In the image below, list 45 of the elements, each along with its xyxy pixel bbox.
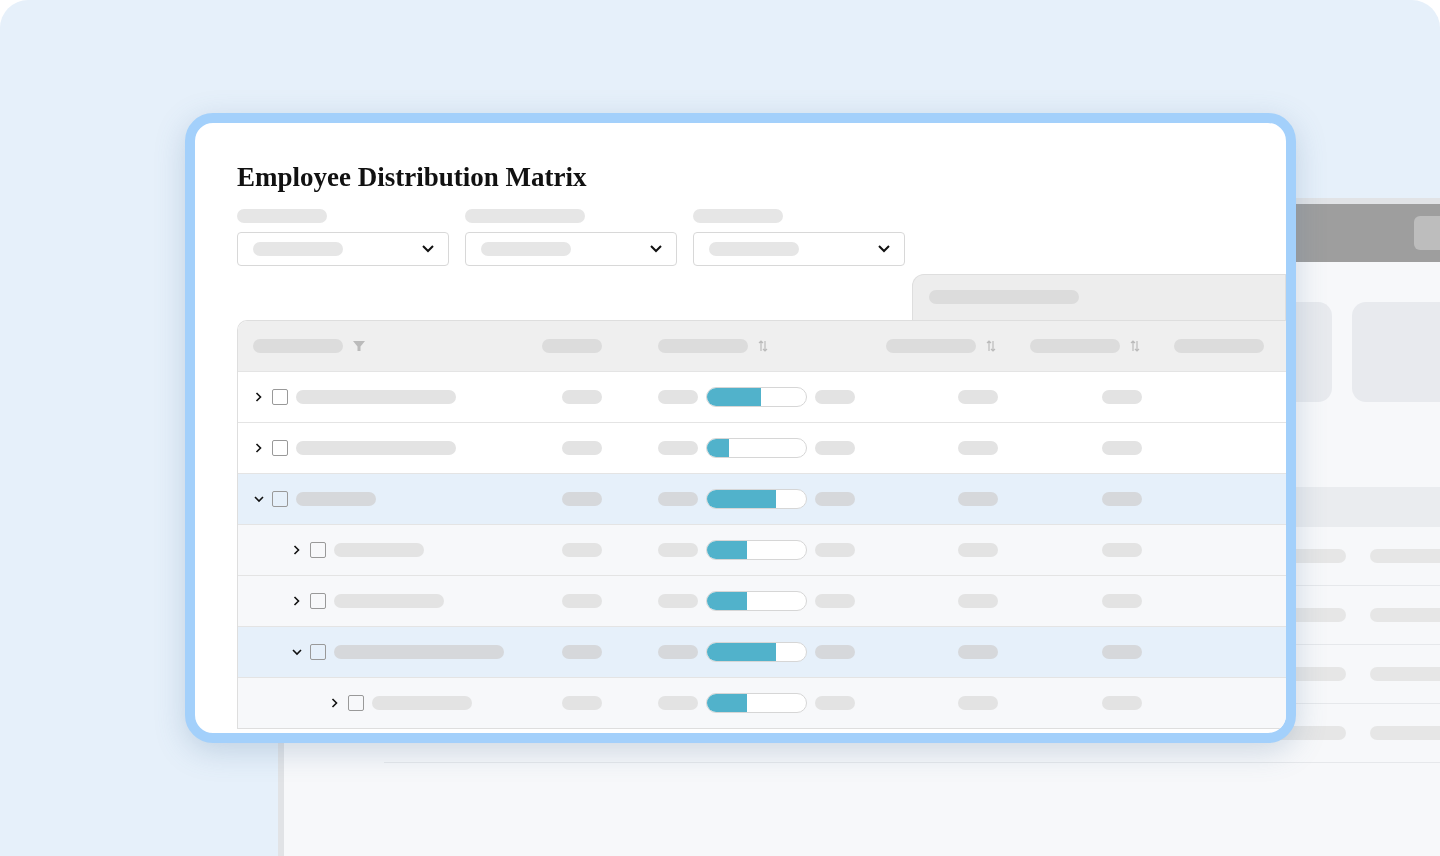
text-placeholder <box>958 441 998 456</box>
text-placeholder <box>1102 645 1142 660</box>
chevron-down-icon <box>878 245 890 254</box>
sort-icon[interactable] <box>758 340 768 353</box>
chevron-right-icon[interactable] <box>292 545 302 556</box>
checkbox[interactable] <box>272 389 288 406</box>
text-placeholder <box>958 492 998 507</box>
text-placeholder <box>815 645 855 660</box>
text-placeholder <box>658 492 698 507</box>
text-placeholder <box>658 645 698 660</box>
checkbox[interactable] <box>310 644 326 661</box>
sort-icon[interactable] <box>986 340 996 353</box>
checkbox[interactable] <box>310 593 326 610</box>
text-placeholder <box>562 390 602 405</box>
checkbox[interactable] <box>272 491 288 508</box>
text-placeholder <box>562 645 602 660</box>
filter-icon[interactable] <box>353 340 365 353</box>
sort-icon[interactable] <box>1130 340 1140 353</box>
dropdown[interactable] <box>465 232 677 267</box>
chevron-right-icon[interactable] <box>254 443 264 454</box>
text-placeholder <box>1102 441 1142 456</box>
chevron-down-icon[interactable] <box>254 495 264 503</box>
dropdown[interactable] <box>237 232 449 267</box>
chevron-down-icon <box>650 245 662 254</box>
chevron-right-icon[interactable] <box>254 392 264 403</box>
text-placeholder <box>658 390 698 405</box>
text-placeholder <box>815 390 855 405</box>
page-title: Employee Distribution Matrix <box>237 161 588 194</box>
text-placeholder <box>562 441 602 456</box>
text-placeholder <box>815 441 855 456</box>
text-placeholder <box>815 492 855 507</box>
checkbox[interactable] <box>310 542 326 559</box>
chevron-right-icon[interactable] <box>292 596 302 607</box>
dropdown[interactable] <box>693 232 905 267</box>
text-placeholder <box>658 441 698 456</box>
text-placeholder <box>958 390 998 405</box>
checkbox[interactable] <box>348 695 364 712</box>
checkbox[interactable] <box>272 440 288 457</box>
text-placeholder <box>958 645 998 660</box>
chevron-down-icon[interactable] <box>292 648 302 656</box>
text-placeholder <box>562 492 602 507</box>
text-placeholder <box>1102 390 1142 405</box>
chevron-right-icon[interactable] <box>330 698 340 709</box>
chevron-down-icon <box>422 245 434 254</box>
text-placeholder <box>1102 492 1142 507</box>
